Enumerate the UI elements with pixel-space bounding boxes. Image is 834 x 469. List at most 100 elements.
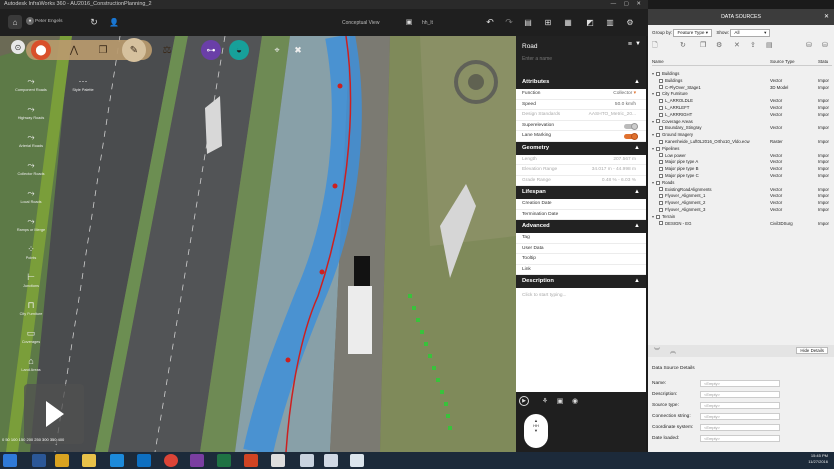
visibility-checkbox[interactable] bbox=[659, 194, 663, 199]
detail-field[interactable]: <Empty> bbox=[700, 380, 780, 387]
tool-junctions[interactable]: ⊢ Junctions bbox=[14, 272, 48, 288]
pin-icon[interactable]: ⬤ bbox=[31, 40, 51, 60]
termination-date-row[interactable]: Termination Date bbox=[516, 210, 646, 220]
section-description[interactable]: Description ▲ bbox=[516, 275, 646, 288]
tool-component-roads[interactable]: ⤳ Component Roads bbox=[14, 76, 48, 92]
tool-city-furniture[interactable]: ⊓ City Furniture bbox=[14, 300, 48, 316]
infraworks-icon[interactable] bbox=[350, 454, 364, 467]
user-icon[interactable]: 👤 bbox=[108, 16, 120, 28]
section-attributes[interactable]: Attributes ▲ bbox=[516, 76, 646, 89]
tree-item[interactable]: Major pipe type A Vector Impor bbox=[652, 159, 832, 166]
database-icon[interactable]: ⛁ bbox=[806, 41, 812, 49]
pencil-icon[interactable]: ✎ bbox=[122, 38, 146, 62]
excel-icon[interactable] bbox=[217, 454, 231, 467]
image-icon[interactable]: ▣ bbox=[404, 17, 414, 27]
tree-item[interactable]: DESIGN - EG Civil3DSurg Impor bbox=[652, 221, 832, 228]
visibility-checkbox[interactable] bbox=[659, 173, 663, 178]
visibility-checkbox[interactable] bbox=[659, 167, 663, 172]
tree-item[interactable]: C-PlyOver_Stage1 3D Model Impor bbox=[652, 85, 832, 92]
tool-land-areas[interactable]: ⌂ Land Areas bbox=[14, 356, 48, 372]
lane-marking-row[interactable]: Lane Marking bbox=[516, 131, 646, 142]
video-play-overlay[interactable] bbox=[24, 384, 84, 444]
detail-field[interactable]: <Empty> bbox=[700, 391, 780, 398]
pin-panel-icon[interactable]: ▼ bbox=[635, 41, 641, 47]
tree-item[interactable]: Flyover_Alignment_2 Vector Impor bbox=[652, 200, 832, 207]
tool-arterial-roads[interactable]: ⤳ Arterial Roads bbox=[14, 132, 48, 148]
collapse-caret-icon[interactable]: ▲ bbox=[634, 275, 640, 288]
sync-icon[interactable]: ↻ bbox=[88, 16, 100, 28]
tooltip-row[interactable]: Tooltip bbox=[516, 254, 646, 265]
database-icon-2[interactable]: ⛁ bbox=[822, 41, 828, 49]
description-input[interactable]: Click to start typing... bbox=[516, 288, 646, 303]
export-icon[interactable]: ⇪ bbox=[750, 41, 756, 49]
detail-field[interactable]: <Empty> bbox=[700, 402, 780, 409]
compass[interactable]: ▲ HH ▼ bbox=[524, 414, 548, 448]
refresh-icon[interactable]: ↻ bbox=[680, 41, 686, 49]
collapse-caret-icon[interactable]: ▲ bbox=[634, 220, 640, 233]
ie-icon[interactable] bbox=[110, 454, 124, 467]
speed-row[interactable]: Speed 50.0 km/h bbox=[516, 100, 646, 110]
collapse-caret-icon[interactable]: ▲ bbox=[634, 142, 640, 155]
configure-icon[interactable]: ⚙ bbox=[716, 41, 722, 49]
redo-icon[interactable]: ↷ bbox=[503, 16, 515, 28]
scale-icon[interactable]: ⚖ bbox=[158, 41, 176, 59]
visibility-checkbox[interactable] bbox=[656, 71, 660, 76]
select-tool-icon[interactable]: ⊙ bbox=[11, 40, 25, 54]
visibility-checkbox[interactable] bbox=[656, 146, 660, 151]
tree-group[interactable]: ▾ Ground Imagery bbox=[652, 132, 832, 139]
section-lifespan[interactable]: Lifespan ▲ bbox=[516, 186, 646, 199]
tree-item[interactable]: ExistingRoadAlignments Vector Impor bbox=[652, 187, 832, 194]
panel-icon-3[interactable]: ▦ bbox=[562, 16, 574, 28]
word-icon[interactable] bbox=[32, 454, 46, 467]
link-row[interactable]: Link bbox=[516, 265, 646, 275]
tree-group[interactable]: ▾ Pipelines bbox=[652, 146, 832, 153]
footer-icon-3[interactable]: ◉ bbox=[570, 396, 580, 406]
visibility-checkbox[interactable] bbox=[659, 153, 663, 158]
tree-item[interactable]: L_ARRRIGHT Vector Impor bbox=[652, 112, 832, 119]
visibility-checkbox[interactable] bbox=[659, 99, 663, 104]
autocad-icon[interactable] bbox=[300, 454, 314, 467]
tree-item[interactable]: Major pipe type C Vector Impor bbox=[652, 173, 832, 180]
visibility-checkbox[interactable] bbox=[659, 187, 663, 192]
outlook-icon[interactable] bbox=[137, 454, 151, 467]
settings-icon[interactable]: ⚙ bbox=[624, 16, 636, 28]
close-icon[interactable]: ✕ bbox=[824, 9, 829, 25]
tree-group[interactable]: ▾ Coverage Areas bbox=[652, 119, 832, 126]
road-name-input[interactable]: Enter a name bbox=[522, 56, 640, 62]
collapse-caret-icon[interactable]: ▲ bbox=[634, 186, 640, 199]
panel-icon-1[interactable]: ▤ bbox=[522, 16, 534, 28]
visibility-checkbox[interactable] bbox=[656, 92, 660, 97]
footer-icon-2[interactable]: ▣ bbox=[555, 396, 565, 406]
filter-icon[interactable]: ▤ bbox=[766, 41, 773, 49]
footer-icon-1[interactable]: ⚘ bbox=[540, 396, 550, 406]
detail-field[interactable]: <Empty> bbox=[700, 413, 780, 420]
visibility-checkbox[interactable] bbox=[659, 139, 663, 144]
present-icon[interactable]: ⌖ bbox=[269, 42, 285, 58]
visibility-checkbox[interactable] bbox=[656, 119, 660, 124]
copy-icon[interactable]: ❐ bbox=[94, 41, 112, 59]
home-icon[interactable]: ⌂ bbox=[8, 15, 22, 29]
tool-collector-roads[interactable]: ⤳ Collector Roads bbox=[14, 160, 48, 176]
visibility-checkbox[interactable] bbox=[659, 221, 663, 226]
tree-item[interactable]: L_ARRLEFT Vector Impor bbox=[652, 105, 832, 112]
tree-item[interactable]: Boundary_Stingray Vector Impor bbox=[652, 125, 832, 132]
user-name[interactable]: Peter Engels bbox=[35, 19, 62, 24]
detail-field[interactable]: <Empty> bbox=[700, 435, 780, 442]
tree-group[interactable]: ▾ Roads bbox=[652, 180, 832, 187]
tree-group[interactable]: ▾ Buildings bbox=[652, 71, 832, 78]
add-source-icon[interactable]: 🗋 bbox=[652, 41, 658, 52]
tools-icon[interactable]: ✖ bbox=[290, 42, 306, 58]
tag-row[interactable]: Tag bbox=[516, 233, 646, 244]
tree-item[interactable]: Kanenheide_Luft0L2016_Ortho10_Vldo.ecw Ra… bbox=[652, 139, 832, 146]
tool-coverages[interactable]: ▭ Coverages bbox=[14, 328, 48, 344]
start-icon[interactable] bbox=[3, 454, 17, 467]
visibility-checkbox[interactable] bbox=[659, 160, 663, 165]
chrome-icon[interactable] bbox=[164, 454, 178, 467]
group-by-select[interactable]: Feature Type ▾ bbox=[673, 29, 713, 37]
tree-group[interactable]: ▾ Terrain bbox=[652, 214, 832, 221]
view-name[interactable]: Conceptual View bbox=[342, 20, 379, 26]
detail-field[interactable]: <Empty> bbox=[700, 424, 780, 431]
copy-source-icon[interactable]: ❐ bbox=[700, 41, 706, 49]
visibility-checkbox[interactable] bbox=[659, 207, 663, 212]
panel-icon-2[interactable]: ⊞ bbox=[542, 16, 554, 28]
